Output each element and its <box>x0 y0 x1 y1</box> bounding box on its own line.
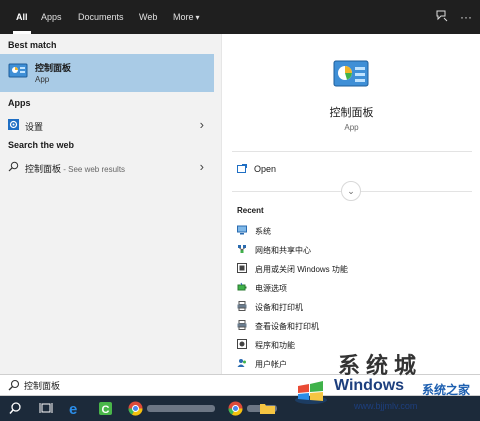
search-input[interactable] <box>24 378 284 392</box>
file-explorer-icon[interactable] <box>258 399 277 418</box>
divider <box>232 151 472 152</box>
tab-more-label: More <box>173 12 194 22</box>
watermark-overlay-text: 系统城 <box>338 353 423 378</box>
chrome-icon[interactable] <box>126 399 145 418</box>
chevron-right-icon: › <box>199 159 204 174</box>
web-suffix: - See web results <box>61 165 126 174</box>
recent-item-label: 系统 <box>255 227 271 236</box>
search-icon <box>8 379 20 391</box>
recent-header: Recent <box>237 206 264 215</box>
best-match-header: Best match <box>8 40 57 50</box>
monitor-icon <box>237 225 247 235</box>
best-match-item[interactable]: 控制面板 App <box>0 54 214 92</box>
apps-header: Apps <box>8 98 31 108</box>
windows-features-icon <box>237 263 247 273</box>
gear-icon <box>8 119 19 130</box>
watermark-brand: Windows <box>334 377 405 394</box>
best-match-title: 控制面板 <box>35 63 72 73</box>
printer-icon <box>237 320 247 330</box>
open-action[interactable]: Open <box>254 164 276 174</box>
tab-all[interactable]: All <box>13 0 30 34</box>
web-result[interactable]: 控制面板 - See web results › <box>0 157 214 177</box>
web-result-label: 控制面板 - See web results <box>25 162 125 175</box>
recent-item-power[interactable]: 电源选项 <box>237 279 472 297</box>
open-icon <box>237 164 247 173</box>
recent-item-label: 查看设备和打印机 <box>255 322 319 331</box>
recent-item-label: 电源选项 <box>255 284 287 293</box>
app-subtitle: App <box>344 123 359 132</box>
best-match-subtitle: App <box>35 75 50 84</box>
printer-icon <box>237 301 247 311</box>
watermark-brand-cn: 系统之家 <box>422 383 471 397</box>
web-header: Search the web <box>8 140 75 150</box>
programs-icon <box>237 339 247 349</box>
preview-pane: 控制面板 App Open ⌄ Recent 系统 网络和共享中心 启用或关闭 … <box>221 34 480 374</box>
recent-item-view-devices-printers[interactable]: 查看设备和打印机 <box>237 317 472 335</box>
edge-icon[interactable]: e <box>66 399 85 418</box>
control-panel-icon <box>8 63 28 79</box>
expand-chevron-icon[interactable]: ⌄ <box>341 181 361 201</box>
app-result-label: 设置 <box>25 122 44 132</box>
app-result-settings[interactable]: 设置 › <box>0 115 214 135</box>
start-search-icon[interactable] <box>6 399 25 418</box>
svg-text:C: C <box>102 404 110 416</box>
recent-item-network[interactable]: 网络和共享中心 <box>237 241 472 259</box>
feedback-icon[interactable] <box>434 9 450 25</box>
recent-item-label: 启用或关闭 Windows 功能 <box>255 265 348 274</box>
recent-item-label: 网络和共享中心 <box>255 246 311 255</box>
results-pane: Best match 控制面板 App Apps 设置 › Search the… <box>0 34 221 374</box>
svg-text:e: e <box>69 401 77 418</box>
chrome-icon[interactable] <box>226 399 245 418</box>
recent-item-windows-features[interactable]: 启用或关闭 Windows 功能 <box>237 260 472 278</box>
watermark-url: www.bjjmlv.com <box>354 401 418 411</box>
user-accounts-icon <box>237 358 247 368</box>
camtasia-icon[interactable]: C <box>96 399 115 418</box>
power-options-icon <box>237 282 247 292</box>
chevron-right-icon: › <box>199 117 204 132</box>
task-view-icon[interactable] <box>36 399 55 418</box>
windows-logo-icon <box>294 374 328 404</box>
app-title: 控制面板 <box>329 107 374 119</box>
watermark: 系统城 Windows 系统之家 www.bjjmlv.com <box>288 348 480 421</box>
search-icon <box>8 161 19 172</box>
tab-apps[interactable]: Apps <box>41 0 62 34</box>
web-query: 控制面板 <box>25 164 62 174</box>
caret-down-icon: ▾ <box>195 13 200 22</box>
recent-item-label: 用户帐户 <box>255 360 287 369</box>
tab-web[interactable]: Web <box>139 0 157 34</box>
recent-item-label: 设备和打印机 <box>255 303 303 312</box>
network-icon <box>237 244 247 254</box>
tab-documents[interactable]: Documents <box>78 0 124 34</box>
more-options-icon[interactable]: ··· <box>458 9 474 25</box>
control-panel-icon <box>333 60 369 90</box>
recent-item-system[interactable]: 系统 <box>237 222 472 240</box>
recent-item-devices-printers[interactable]: 设备和打印机 <box>237 298 472 316</box>
taskbar-window-title <box>147 405 215 412</box>
tab-more[interactable]: More ▾ <box>173 0 200 34</box>
search-scope-bar: All Apps Documents Web More ▾ ··· <box>0 0 480 34</box>
